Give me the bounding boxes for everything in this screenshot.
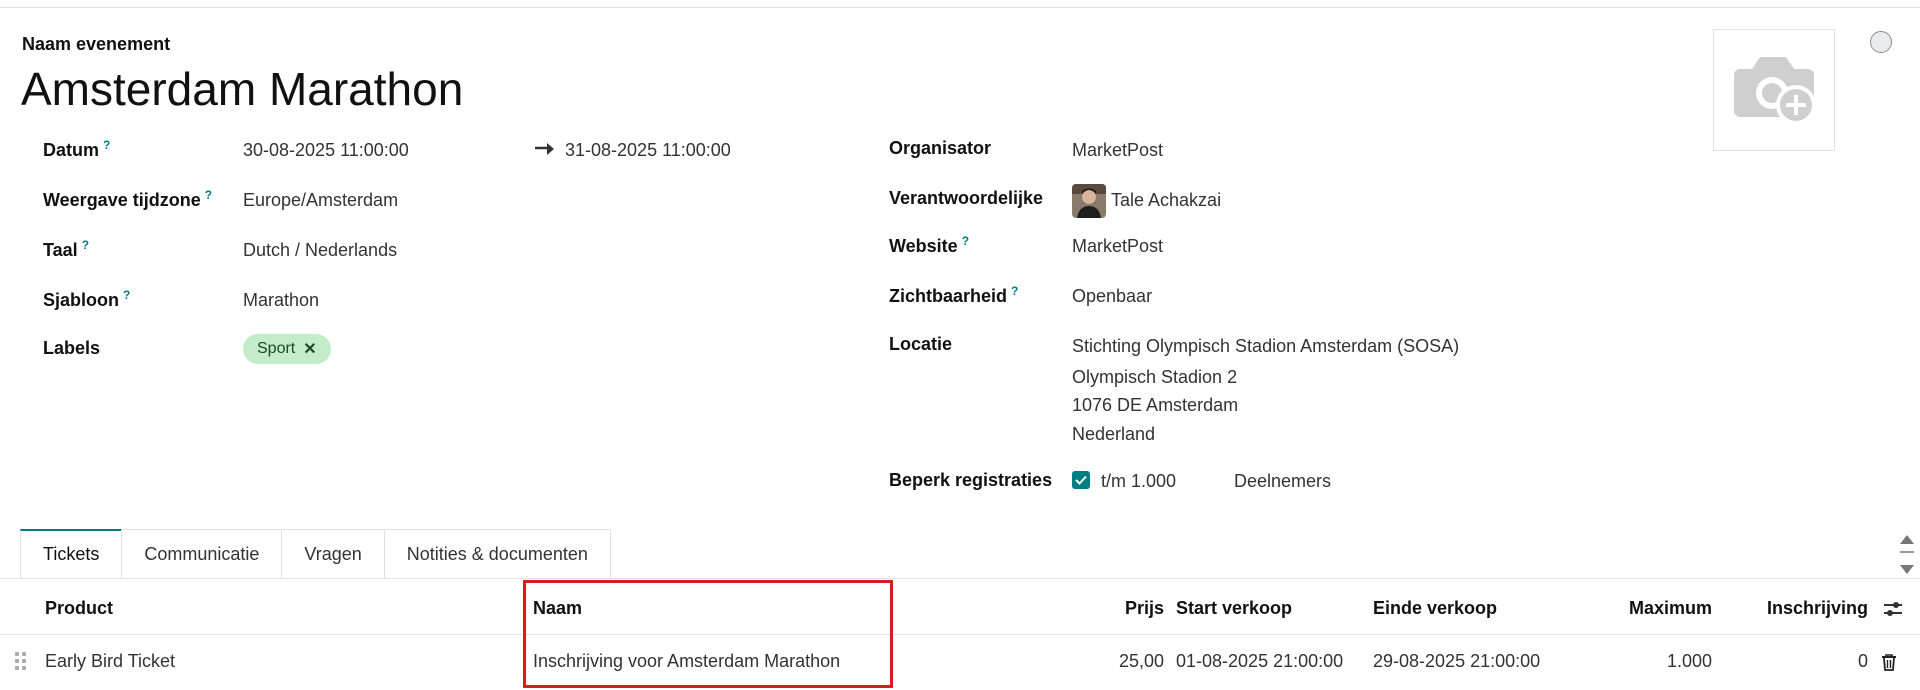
cell-inschrijving: 0 bbox=[1857, 651, 1868, 671]
cell-maximum[interactable]: 1.000 bbox=[1580, 651, 1712, 672]
header-divider bbox=[0, 634, 1920, 635]
datum-end-field[interactable]: 31-08-2025 11:00:00 bbox=[565, 140, 731, 161]
help-icon[interactable]: ? bbox=[82, 238, 89, 252]
locatie-city: 1076 DE Amsterdam bbox=[1072, 395, 1239, 415]
zichtbaarheid-label: Zichtbaarheid? bbox=[889, 284, 1019, 306]
camera-add-icon bbox=[1726, 47, 1822, 134]
highlight-box bbox=[523, 580, 893, 688]
arrow-right-icon bbox=[535, 141, 555, 162]
scroll-up-icon[interactable] bbox=[1900, 535, 1914, 544]
event-title[interactable]: Amsterdam Marathon bbox=[21, 60, 463, 118]
beperk-label: Beperk registraties bbox=[889, 470, 1053, 490]
website-label: Website? bbox=[889, 234, 970, 256]
event-name-label: Naam evenement bbox=[22, 34, 171, 54]
datum-start-field[interactable]: 30-08-2025 11:00:00 bbox=[243, 140, 409, 161]
tab-communicatie[interactable]: Communicatie bbox=[121, 529, 283, 578]
tag-sport[interactable]: Sport ✕ bbox=[243, 334, 331, 364]
col-start-verkoop[interactable]: Start verkoop bbox=[1176, 598, 1292, 619]
tab-tickets[interactable]: Tickets bbox=[20, 529, 123, 578]
sjabloon-label: Sjabloon? bbox=[43, 288, 131, 310]
datum-label: Datum? bbox=[43, 138, 111, 160]
col-einde-verkoop[interactable]: Einde verkoop bbox=[1373, 598, 1497, 619]
cell-einde-verkoop[interactable]: 29-08-2025 21:00:00 bbox=[1373, 651, 1540, 672]
help-icon[interactable]: ? bbox=[123, 288, 130, 302]
col-maximum[interactable]: Maximum bbox=[1580, 598, 1712, 619]
tijdzone-field[interactable]: Europe/Amsterdam bbox=[243, 190, 398, 211]
top-border bbox=[0, 7, 1920, 8]
drag-handle-icon[interactable] bbox=[15, 652, 27, 672]
cell-prijs[interactable]: 25,00 bbox=[1080, 651, 1164, 672]
website-field[interactable]: MarketPost bbox=[1072, 236, 1163, 257]
labels-label: Labels bbox=[43, 338, 101, 358]
notebook-tabs: Tickets Communicatie Vragen Notities & d… bbox=[20, 529, 611, 579]
tab-notities[interactable]: Notities & documenten bbox=[383, 529, 611, 578]
taal-label: Taal? bbox=[43, 238, 90, 260]
verantwoordelijke-label: Verantwoordelijke bbox=[889, 188, 1044, 208]
remove-tag-icon[interactable]: ✕ bbox=[303, 339, 316, 359]
tijdzone-label: Weergave tijdzone? bbox=[43, 188, 213, 210]
col-prijs[interactable]: Prijs bbox=[1080, 598, 1164, 619]
zichtbaarheid-field[interactable]: Openbaar bbox=[1072, 286, 1152, 307]
scroll-down-icon[interactable] bbox=[1900, 565, 1914, 574]
help-icon[interactable]: ? bbox=[962, 234, 969, 248]
trash-icon[interactable] bbox=[1881, 653, 1897, 676]
help-icon[interactable]: ? bbox=[103, 138, 110, 152]
cell-product[interactable]: Early Bird Ticket bbox=[45, 651, 175, 672]
organisator-field[interactable]: MarketPost bbox=[1072, 140, 1163, 161]
beperk-unit: Deelnemers bbox=[1234, 471, 1332, 491]
optional-columns-icon[interactable] bbox=[1882, 598, 1904, 625]
taal-field[interactable]: Dutch / Nederlands bbox=[243, 240, 397, 261]
locatie-street: Olympisch Stadion 2 bbox=[1072, 367, 1238, 387]
cell-start-verkoop[interactable]: 01-08-2025 21:00:00 bbox=[1176, 651, 1343, 672]
verantwoordelijke-field[interactable]: Tale Achakzai bbox=[1111, 190, 1221, 211]
help-icon[interactable]: ? bbox=[1011, 284, 1018, 298]
tab-divider bbox=[0, 578, 1920, 579]
status-circle-icon[interactable] bbox=[1870, 31, 1892, 53]
tag-label: Sport bbox=[257, 340, 296, 357]
col-inschrijving[interactable]: Inschrijving bbox=[1720, 598, 1868, 619]
scrollbar-thumb[interactable] bbox=[1900, 551, 1914, 553]
checkbox-checked-icon[interactable] bbox=[1072, 471, 1090, 489]
help-icon[interactable]: ? bbox=[205, 188, 212, 202]
locatie-country: Nederland bbox=[1072, 424, 1156, 444]
beperk-limit-field[interactable]: t/m 1.000 bbox=[1101, 471, 1176, 492]
organisator-label: Organisator bbox=[889, 138, 992, 158]
tab-vragen[interactable]: Vragen bbox=[281, 529, 385, 578]
avatar bbox=[1072, 184, 1106, 218]
col-product[interactable]: Product bbox=[45, 598, 113, 619]
locatie-label: Locatie bbox=[889, 334, 953, 354]
locatie-name[interactable]: Stichting Olympisch Stadion Amsterdam (S… bbox=[1072, 336, 1459, 357]
event-photo-upload[interactable] bbox=[1713, 29, 1835, 151]
sjabloon-field[interactable]: Marathon bbox=[243, 290, 319, 311]
